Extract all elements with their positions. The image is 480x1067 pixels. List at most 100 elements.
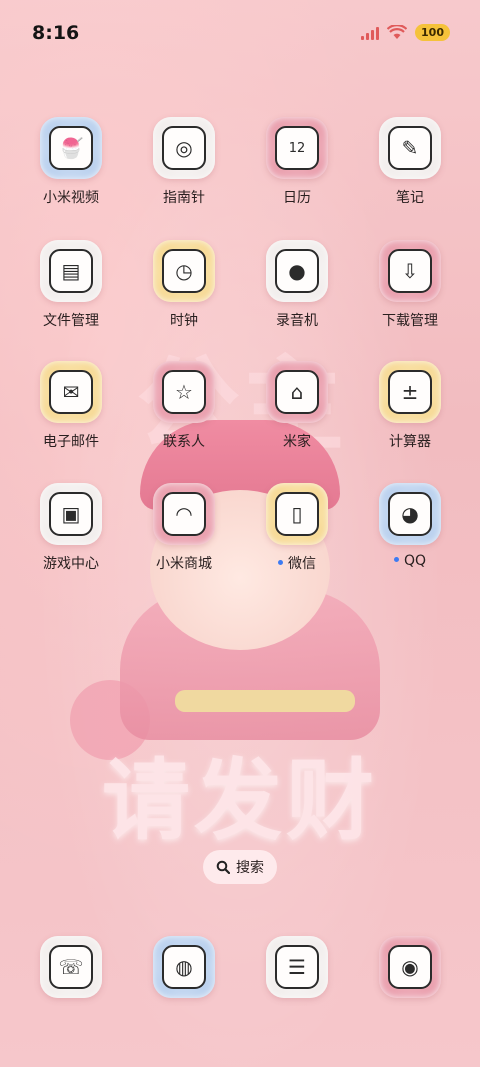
status-bar: 8:16 100 [0,0,480,66]
app-icon-tile[interactable]: ⇩ [379,240,441,302]
clock-icon: ◷ [162,249,206,293]
new-install-dot [393,556,399,562]
status-time: 8:16 [32,22,80,44]
app-label: 日历 [247,187,347,207]
contacts-icon: ☆ [162,370,206,414]
folder-icon: ▤ [49,249,93,293]
phone-cat-icon: ☏ [49,945,93,989]
app-label-text: 米家 [283,434,311,450]
signal-icon [361,26,380,40]
app-game[interactable]: ▣ 游戏中心 [21,483,121,573]
app-icon-tile[interactable]: ☆ [153,361,215,423]
app-label-text: 微信 [288,556,316,572]
app-label-text: 日历 [283,190,311,206]
app-icon-tile[interactable]: ◷ [153,240,215,302]
app-label-text: 计算器 [389,434,431,450]
app-label-text: 指南针 [163,190,205,206]
compass-icon: ◎ [162,126,206,170]
app-calendar-heart[interactable]: 12 日历 [247,117,347,207]
search-icon [216,860,230,874]
app-label: 联系人 [134,431,234,451]
app-label-text: 笔记 [396,190,424,206]
app-clock[interactable]: ◷ 时钟 [134,240,234,330]
wifi-icon [387,25,408,40]
new-install-dot [278,559,283,565]
app-icon-tile[interactable]: ⌂ [266,361,328,423]
wechat-milk-icon: ▯ [275,492,319,536]
app-wechat-milk[interactable]: ▯ 微信 [247,483,347,573]
app-label-text: 小米商城 [156,556,212,572]
app-label-text: 联系人 [163,434,205,450]
ice-cream-icon: 🍧 [49,126,93,170]
app-label: 笔记 [360,187,460,207]
app-label-text: 游戏中心 [43,556,99,572]
app-icon-tile[interactable]: ± [379,361,441,423]
app-qq-penguin[interactable]: ◕ QQ [360,483,460,569]
app-label-text: 录音机 [276,313,318,329]
dock-browser-planet[interactable]: ◍ [153,936,215,998]
wallpaper-figure-belt [175,690,355,712]
app-calculator[interactable]: ± 计算器 [360,361,460,451]
app-compass[interactable]: ◎ 指南针 [134,117,234,207]
app-icon-tile[interactable]: 🍧 [40,117,102,179]
app-label-text: QQ [403,553,427,569]
calendar-date: 12 [288,140,306,156]
calculator-icon: ± [388,370,432,414]
dock-messages-bubble[interactable]: ☰ [266,936,328,998]
mi-store-icon: ◠ [162,492,206,536]
app-label: 电子邮件 [21,431,121,451]
app-icon-tile[interactable]: ◕ [379,483,441,545]
app-label: 指南针 [134,187,234,207]
app-label: 小米商城 [134,553,234,573]
app-label-text: 下载管理 [382,313,438,329]
game-icon: ▣ [49,492,93,536]
camera-frog-icon: ◉ [388,945,432,989]
app-icon-tile[interactable]: ▣ [40,483,102,545]
app-label: 微信 [247,553,347,573]
notes-icon: ✎ [388,126,432,170]
app-icon-tile[interactable]: ◎ [153,117,215,179]
app-folder[interactable]: ▤ 文件管理 [21,240,121,330]
download-icon: ⇩ [388,249,432,293]
app-icon-tile[interactable]: ◠ [153,483,215,545]
mail-icon: ✉ [49,370,93,414]
app-label: 录音机 [247,310,347,330]
calendar-heart-icon: 12 [275,126,319,170]
search-button[interactable]: 搜索 [203,850,277,884]
mijia-icon: ⌂ [275,370,319,414]
search-label: 搜索 [236,860,264,876]
app-mi-store[interactable]: ◠ 小米商城 [134,483,234,573]
dock-camera-frog[interactable]: ◉ [379,936,441,998]
messages-bubble-icon: ☰ [275,945,319,989]
app-label: QQ [360,553,460,569]
app-recorder-pig[interactable]: ● 录音机 [247,240,347,330]
app-icon-tile[interactable]: ✉ [40,361,102,423]
app-mail[interactable]: ✉ 电子邮件 [21,361,121,451]
app-label-text: 小米视频 [43,190,99,206]
dock-phone-cat[interactable]: ☏ [40,936,102,998]
app-icon-tile[interactable]: ▯ [266,483,328,545]
app-label-text: 时钟 [170,313,198,329]
wallpaper-big-text: 请发财 [101,749,378,852]
qq-penguin-icon: ◕ [388,492,432,536]
app-icon-tile[interactable]: ✎ [379,117,441,179]
app-contacts[interactable]: ☆ 联系人 [134,361,234,451]
browser-planet-icon: ◍ [162,945,206,989]
app-download[interactable]: ⇩ 下载管理 [360,240,460,330]
battery-icon: 100 [415,24,450,41]
app-label-text: 文件管理 [43,313,99,329]
app-label: 游戏中心 [21,553,121,573]
app-icon-tile[interactable]: 12 [266,117,328,179]
app-mijia[interactable]: ⌂ 米家 [247,361,347,451]
app-notes[interactable]: ✎ 笔记 [360,117,460,207]
app-icon-tile[interactable]: ● [266,240,328,302]
app-label: 计算器 [360,431,460,451]
app-label: 小米视频 [21,187,121,207]
app-ice-cream[interactable]: 🍧 小米视频 [21,117,121,207]
app-label: 米家 [247,431,347,451]
app-label: 下载管理 [360,310,460,330]
app-label: 时钟 [134,310,234,330]
status-icons: 100 [361,24,450,41]
recorder-pig-icon: ● [275,249,319,293]
app-icon-tile[interactable]: ▤ [40,240,102,302]
